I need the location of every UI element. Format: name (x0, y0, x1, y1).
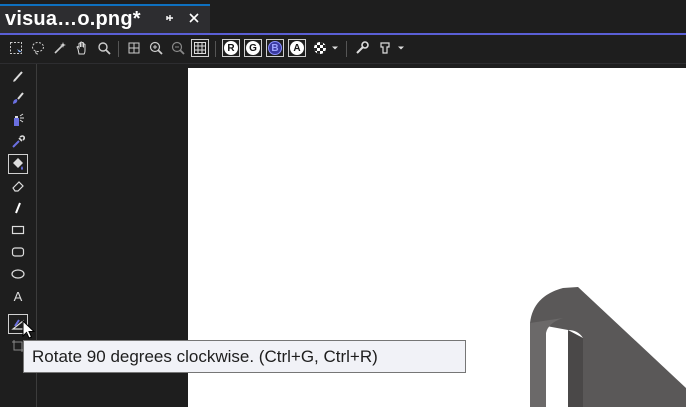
blue-channel-icon[interactable]: B (266, 39, 284, 57)
pencil-icon[interactable] (8, 66, 28, 86)
rectangle-icon[interactable] (8, 220, 28, 240)
rounded-rectangle-icon[interactable] (8, 242, 28, 262)
tooltip-text: Rotate 90 degrees clockwise. (Ctrl+G, Ct… (32, 346, 378, 366)
mouse-cursor-icon (22, 319, 36, 340)
pan-hand-icon[interactable] (73, 39, 91, 57)
fill-bucket-icon[interactable] (8, 154, 28, 174)
alpha-channel-label: A (290, 41, 304, 55)
eyedropper-icon[interactable] (8, 132, 28, 152)
brush-icon[interactable] (8, 88, 28, 108)
alpha-channel-icon[interactable]: A (288, 39, 306, 57)
image-editor-toolbar: R G B A (0, 35, 686, 64)
tooltip: Rotate 90 degrees clockwise. (Ctrl+G, Ct… (23, 340, 466, 373)
lasso-select-icon[interactable] (29, 39, 47, 57)
red-channel-icon[interactable]: R (222, 39, 240, 57)
close-icon[interactable] (186, 10, 202, 26)
document-tab[interactable]: visua…o.png* (0, 4, 210, 33)
dropdown-icon[interactable] (330, 39, 340, 57)
toolbar-separator (346, 41, 347, 57)
red-channel-label: R (224, 41, 238, 55)
airbrush-icon[interactable] (8, 110, 28, 130)
document-tab-title: visua…o.png* (5, 8, 141, 30)
dropdown-icon[interactable] (396, 39, 406, 57)
eraser-icon[interactable] (8, 176, 28, 196)
text-icon[interactable]: A (8, 286, 28, 306)
line-icon[interactable] (8, 198, 28, 218)
zoom-out-icon[interactable] (169, 39, 187, 57)
toolbar-separator (215, 41, 216, 57)
ellipse-icon[interactable] (8, 264, 28, 284)
actual-size-icon[interactable] (125, 39, 143, 57)
toolbar-separator (118, 41, 119, 57)
zoom-icon[interactable] (95, 39, 113, 57)
green-channel-label: G (246, 41, 260, 55)
pin-icon[interactable] (163, 11, 177, 25)
pixel-grid-icon[interactable] (191, 39, 209, 57)
zoom-in-icon[interactable] (147, 39, 165, 57)
blue-channel-label: B (268, 41, 282, 55)
document-tab-strip: visua…o.png* (0, 0, 686, 34)
background-checker-icon[interactable] (311, 39, 329, 57)
green-channel-icon[interactable]: G (244, 39, 262, 57)
advanced-dropdown-icon[interactable] (376, 39, 394, 57)
properties-wrench-icon[interactable] (353, 39, 371, 57)
rectangle-select-icon[interactable] (7, 39, 25, 57)
magic-wand-icon[interactable] (51, 39, 69, 57)
